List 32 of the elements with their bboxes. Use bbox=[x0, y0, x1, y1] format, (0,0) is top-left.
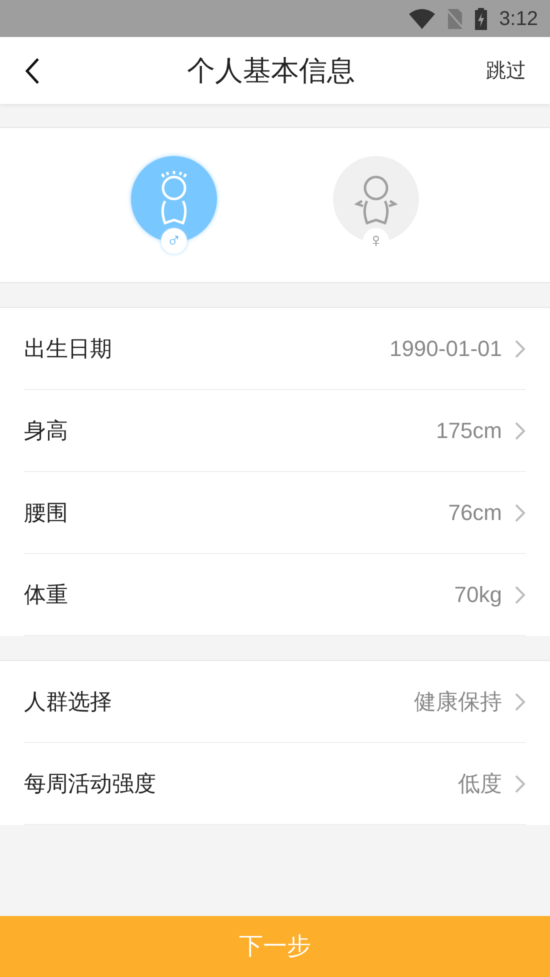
chevron-icon bbox=[514, 338, 526, 358]
row-value: 76cm bbox=[448, 499, 502, 527]
wifi-icon bbox=[409, 8, 436, 28]
status-time: 3:12 bbox=[499, 6, 538, 32]
settings-row[interactable]: 人群选择 健康保持 bbox=[24, 661, 526, 743]
chevron-icon bbox=[514, 502, 526, 522]
row-label: 腰围 bbox=[24, 499, 68, 527]
row-label: 人群选择 bbox=[24, 688, 112, 716]
gender-symbol: ♂ bbox=[161, 228, 187, 254]
chevron-icon bbox=[514, 584, 526, 604]
row-value: 健康保持 bbox=[414, 688, 502, 716]
row-label: 体重 bbox=[24, 581, 68, 609]
skip-button[interactable]: 跳过 bbox=[486, 56, 526, 86]
sim-card-icon bbox=[447, 8, 464, 28]
row-value: 低度 bbox=[458, 770, 502, 798]
row-label: 出生日期 bbox=[24, 335, 112, 363]
row-label: 身高 bbox=[24, 417, 68, 445]
page-title: 个人基本信息 bbox=[187, 54, 355, 88]
back-icon bbox=[24, 56, 40, 84]
settings-row[interactable]: 出生日期 1990-01-01 bbox=[24, 308, 526, 390]
chevron-icon bbox=[514, 420, 526, 440]
row-label: 每周活动强度 bbox=[24, 770, 156, 798]
battery-icon bbox=[475, 8, 488, 30]
settings-row[interactable]: 体重 70kg bbox=[24, 554, 526, 636]
settings-row[interactable]: 身高 175cm bbox=[24, 390, 526, 472]
settings-row[interactable]: 腰围 76cm bbox=[24, 472, 526, 554]
chevron-icon bbox=[514, 692, 526, 712]
row-value: 175cm bbox=[436, 417, 502, 445]
chevron-icon bbox=[514, 774, 526, 794]
row-value: 1990-01-01 bbox=[389, 335, 502, 363]
row-value: 70kg bbox=[454, 581, 502, 609]
settings-row[interactable]: 每周活动强度 低度 bbox=[24, 743, 526, 825]
